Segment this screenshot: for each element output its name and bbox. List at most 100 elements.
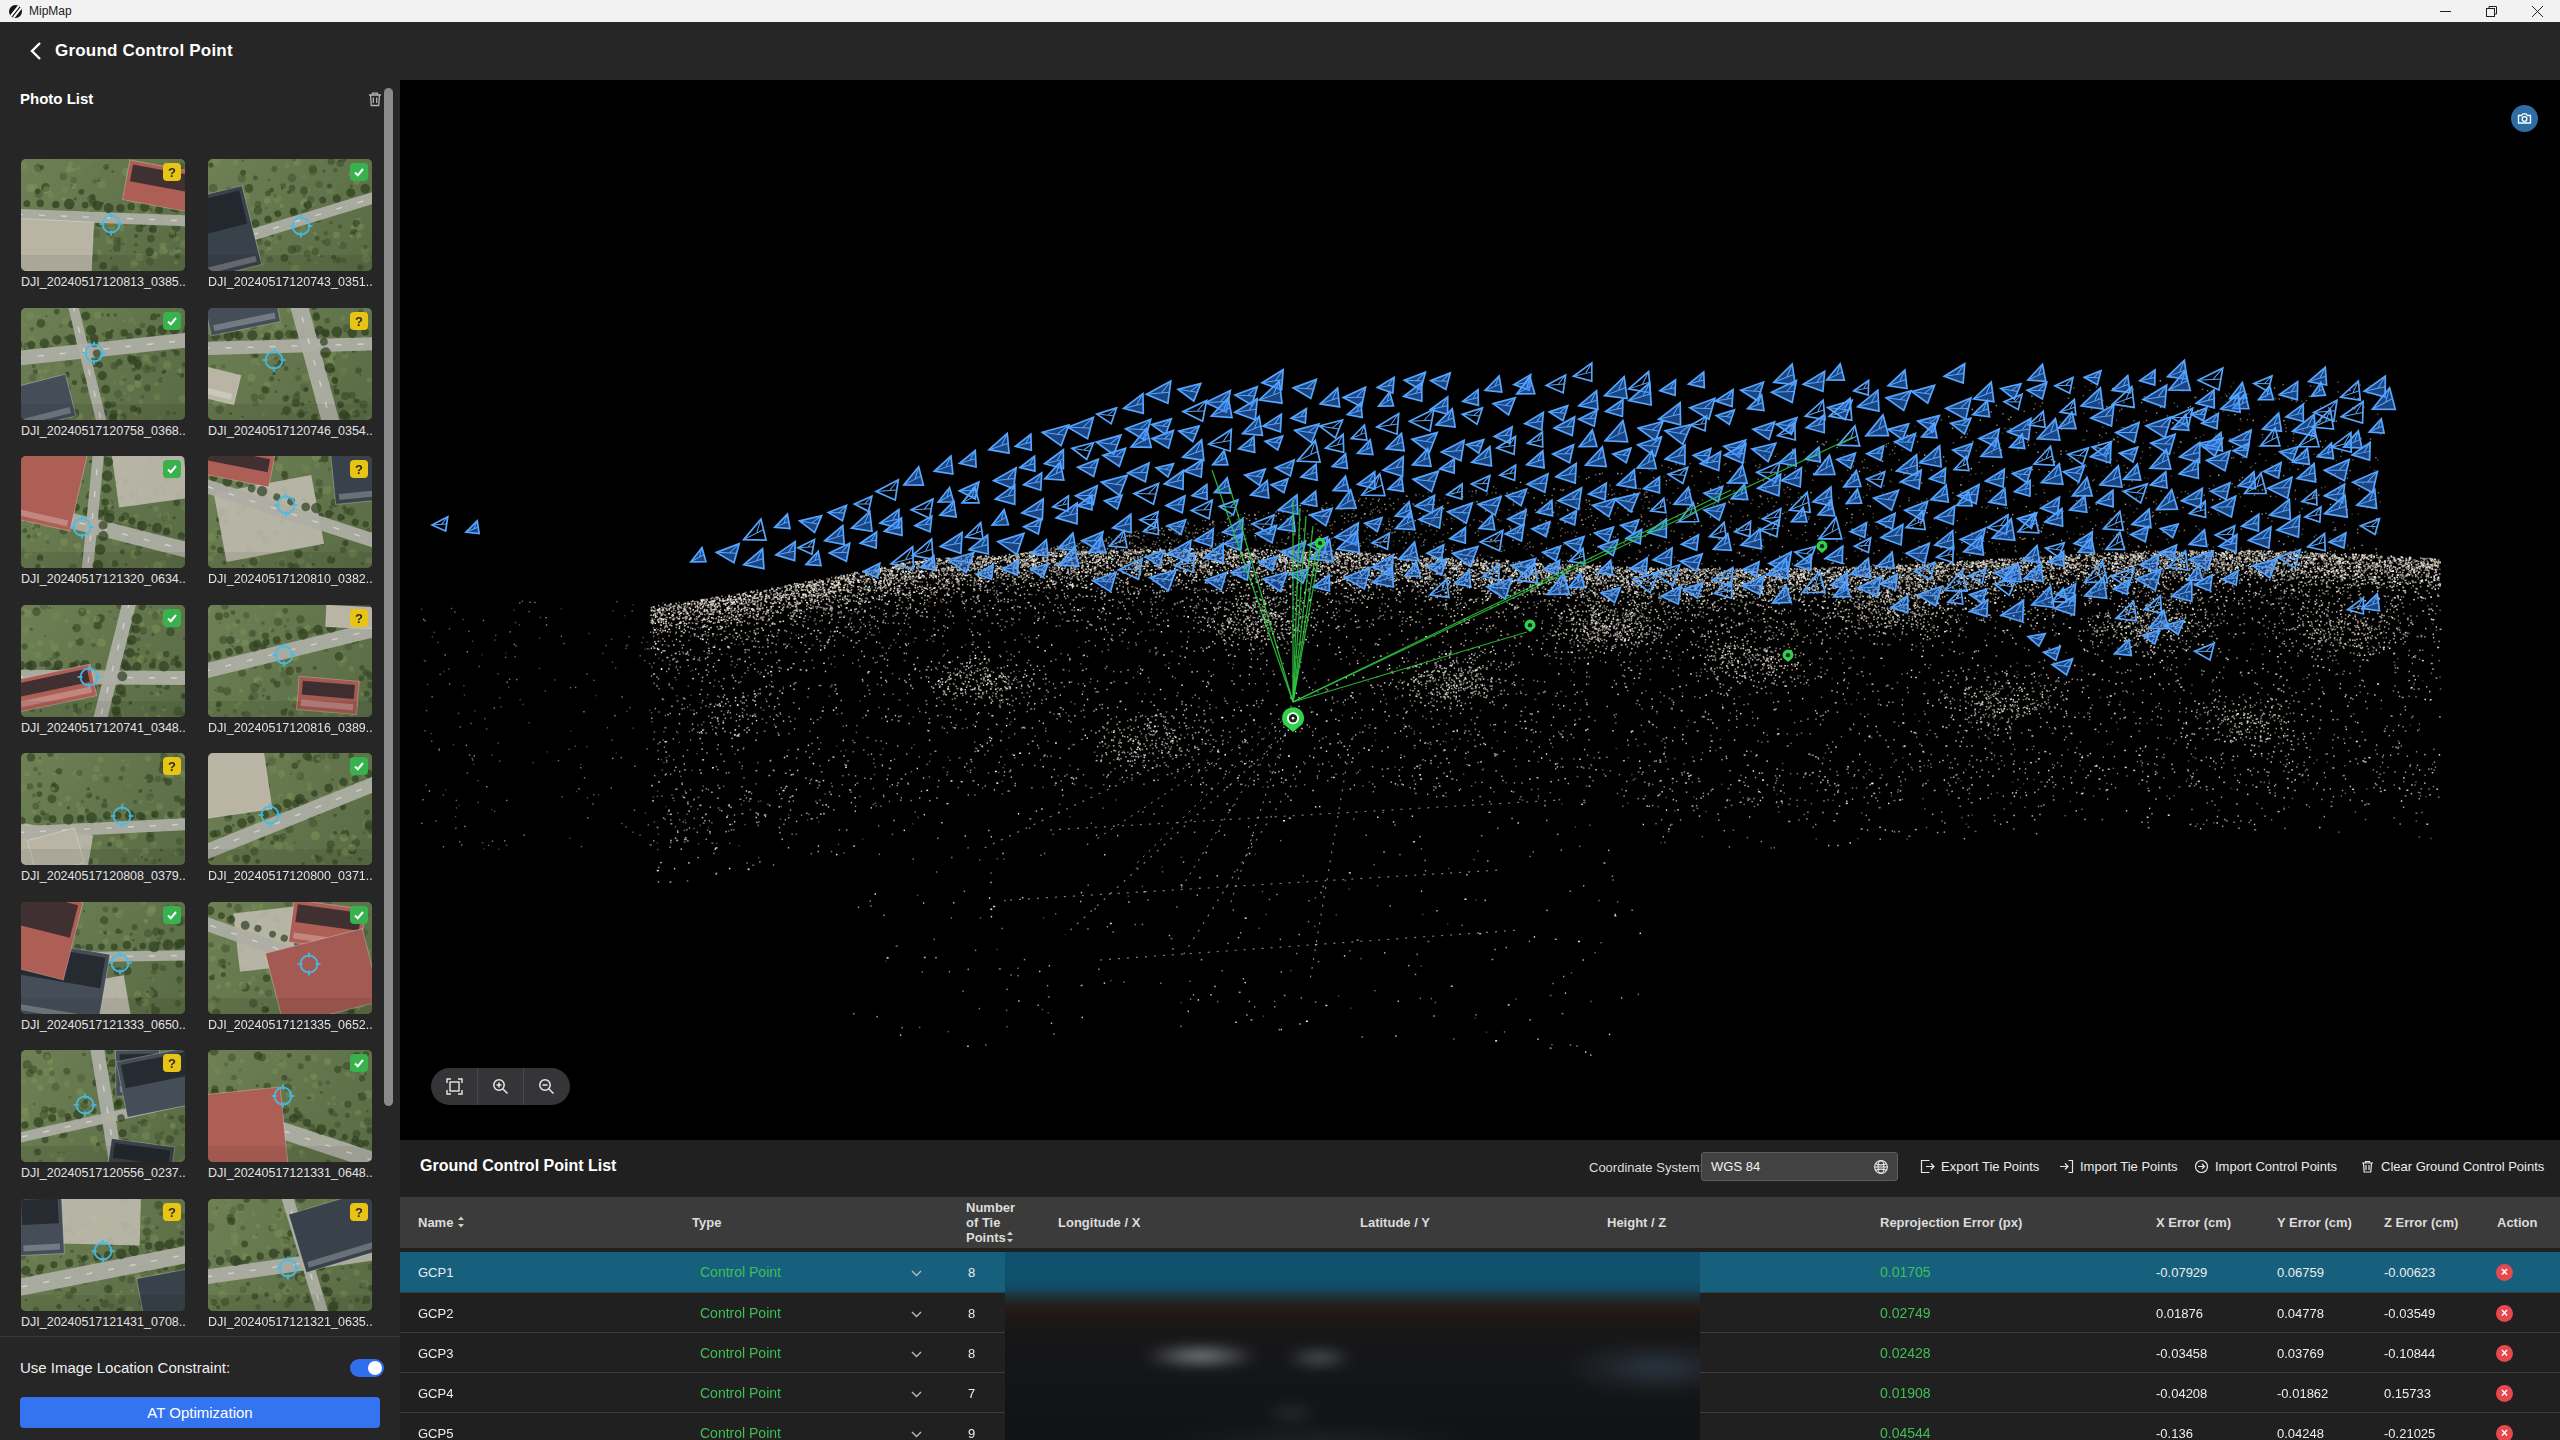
photo-thumbnail[interactable] <box>21 605 185 717</box>
coordinate-system-label: Coordinate System: <box>1589 1160 1703 1175</box>
photo-item[interactable]: ?DJI_20240517120813_0385... <box>21 159 185 289</box>
delete-gcp-button[interactable]: × <box>2496 1345 2513 1362</box>
column-header-longitude-x: Longitude / X <box>1058 1197 1258 1248</box>
column-header-action: Action <box>2497 1197 2557 1248</box>
photo-item[interactable]: DJI_20240517120800_0371... <box>208 753 372 883</box>
zoom-out-button[interactable] <box>523 1068 569 1105</box>
photo-list-scrollbar[interactable] <box>384 88 393 1106</box>
photo-item[interactable]: ?DJI_20240517120808_0379... <box>21 753 185 883</box>
photo-item[interactable]: DJI_20240517121331_0648... <box>208 1050 372 1180</box>
column-header-type: Type <box>692 1197 892 1248</box>
table-header: Name Type Number of Tie Points Longitude / … <box>400 1197 2560 1248</box>
photo-thumbnail[interactable] <box>21 902 185 1014</box>
photo-thumbnail[interactable]: ? <box>208 605 372 717</box>
photo-filename: DJI_20240517120758_0368... <box>21 424 185 438</box>
gcp-reticle-icon <box>80 339 108 367</box>
gcp-z-error: -0.10844 <box>2384 1333 2494 1373</box>
gcp-reprojection-error: 0.02749 <box>1880 1293 2030 1333</box>
coordinate-system-input[interactable]: WGS 84 <box>1701 1152 1898 1181</box>
photo-thumbnail[interactable]: ? <box>21 159 185 271</box>
photo-thumbnail[interactable] <box>21 456 185 568</box>
fit-view-button[interactable] <box>431 1068 477 1105</box>
photo-item[interactable]: ? DJI_20240517121321_0635... <box>208 1199 372 1329</box>
photo-thumbnail[interactable]: ? <box>21 1199 185 1311</box>
import-action-button[interactable]: Import Tie Points <box>2059 1153 2178 1179</box>
export-action-button[interactable]: Export Tie Points <box>1920 1153 2039 1179</box>
photo-item[interactable]: DJI_20240517120743_0351... <box>208 159 372 289</box>
photo-item[interactable]: ?DJI_20240517121431_0708... <box>21 1199 185 1329</box>
photo-thumbnail[interactable] <box>208 753 372 865</box>
gcp-type-dropdown[interactable]: Control Point <box>700 1293 930 1333</box>
delete-gcp-button[interactable]: × <box>2496 1264 2513 1281</box>
gcp-delete-cell: × <box>2496 1373 2536 1413</box>
photo-filename: DJI_20240517121333_0650... <box>21 1018 185 1032</box>
import-circle-action-button[interactable]: Import Control Points <box>2194 1153 2337 1179</box>
point-cloud-viewer[interactable] <box>400 80 2560 1140</box>
window-title: MipMap <box>29 4 72 18</box>
photo-item[interactable]: DJI_20240517120741_0348... <box>21 605 185 735</box>
gcp-type-dropdown[interactable]: Control Point <box>700 1333 930 1373</box>
photo-thumbnail[interactable]: ? <box>21 753 185 865</box>
restore-button[interactable] <box>2468 0 2514 22</box>
column-header-latitude-y: Latitude / Y <box>1360 1197 1560 1248</box>
column-header-reprojection-error-px-: Reprojection Error (px) <box>1880 1197 2110 1248</box>
unresolved-badge-icon: ? <box>350 1203 368 1221</box>
trash-action-button[interactable]: Clear Ground Control Points <box>2360 1153 2544 1179</box>
photo-item[interactable]: ?DJI_20240517120810_0382... <box>208 456 372 586</box>
photo-filename: DJI_20240517121321_0635... <box>208 1315 372 1329</box>
photo-thumbnail[interactable]: ? <box>208 456 372 568</box>
point-cloud-canvas[interactable] <box>400 80 2560 1140</box>
photo-thumbnail[interactable]: ? <box>208 1199 372 1311</box>
gcp-panel-title: Ground Control Point List <box>420 1157 616 1175</box>
photo-item[interactable]: DJI_20240517120758_0368... <box>21 308 185 438</box>
photo-filename: DJI_20240517120556_0237... <box>21 1166 185 1180</box>
photo-item[interactable]: ?DJI_20240517120746_0354... <box>208 308 372 438</box>
gcp-type-dropdown[interactable]: Control Point <box>700 1252 930 1292</box>
photo-filename: DJI_20240517120816_0389... <box>208 721 372 735</box>
gcp-name: GCP4 <box>418 1373 618 1413</box>
photo-item[interactable]: DJI_20240517121335_0652... <box>208 902 372 1032</box>
delete-gcp-button[interactable]: × <box>2496 1425 2513 1440</box>
photo-item[interactable]: ? DJI_20240517120556_0237... <box>21 1050 185 1180</box>
globe-icon <box>1873 1159 1889 1178</box>
gcp-reticle-icon <box>274 1254 302 1282</box>
gcp-type-dropdown[interactable]: Control Point <box>700 1413 930 1440</box>
at-optimization-button[interactable]: AT Optimization <box>20 1397 380 1428</box>
zoom-in-button[interactable] <box>477 1068 523 1105</box>
gcp-reticle-icon <box>287 212 315 240</box>
minimize-button[interactable] <box>2422 0 2468 22</box>
delete-gcp-button[interactable]: × <box>2496 1305 2513 1322</box>
close-button[interactable] <box>2514 0 2560 22</box>
photo-thumbnail[interactable] <box>208 1050 372 1162</box>
photo-thumbnail[interactable] <box>208 902 372 1014</box>
resolved-badge-icon <box>163 460 181 478</box>
resolved-badge-icon <box>350 757 368 775</box>
photo-thumbnail[interactable]: ? <box>21 1050 185 1162</box>
trash-icon[interactable] <box>366 90 384 108</box>
resolved-badge-icon <box>350 1054 368 1072</box>
gcp-name: GCP1 <box>418 1252 618 1292</box>
photo-grid: ?DJI_20240517120813_0385...DJI_202405171… <box>0 116 400 1336</box>
photo-item[interactable]: DJI_20240517121320_0634... <box>21 456 185 586</box>
gcp-x-error: -0.136 <box>2156 1413 2266 1440</box>
screenshot-camera-button[interactable] <box>2511 105 2538 132</box>
photo-filename: DJI_20240517120800_0371... <box>208 869 372 883</box>
column-header-name[interactable]: Name <box>418 1197 678 1248</box>
photo-thumbnail[interactable]: ? <box>208 308 372 420</box>
gcp-delete-cell: × <box>2496 1413 2536 1440</box>
resolved-badge-icon <box>163 312 181 330</box>
resolved-badge-icon <box>163 609 181 627</box>
photo-item[interactable]: ? DJI_20240517120816_0389... <box>208 605 372 735</box>
column-header-z-error-cm-: Z Error (cm) <box>2384 1197 2494 1248</box>
gcp-reticle-icon <box>256 801 284 829</box>
gcp-type-dropdown[interactable]: Control Point <box>700 1373 930 1413</box>
back-button[interactable] <box>24 40 46 62</box>
photo-thumbnail[interactable] <box>208 159 372 271</box>
photo-thumbnail[interactable] <box>21 308 185 420</box>
gcp-reticle-icon <box>272 491 300 519</box>
photo-item[interactable]: DJI_20240517121333_0650... <box>21 902 185 1032</box>
image-location-constraint-toggle[interactable] <box>350 1359 384 1377</box>
delete-gcp-button[interactable]: × <box>2496 1385 2513 1402</box>
unresolved-badge-icon: ? <box>350 609 368 627</box>
column-header-number-of-tie-points[interactable]: Number of Tie Points <box>966 1197 1028 1248</box>
